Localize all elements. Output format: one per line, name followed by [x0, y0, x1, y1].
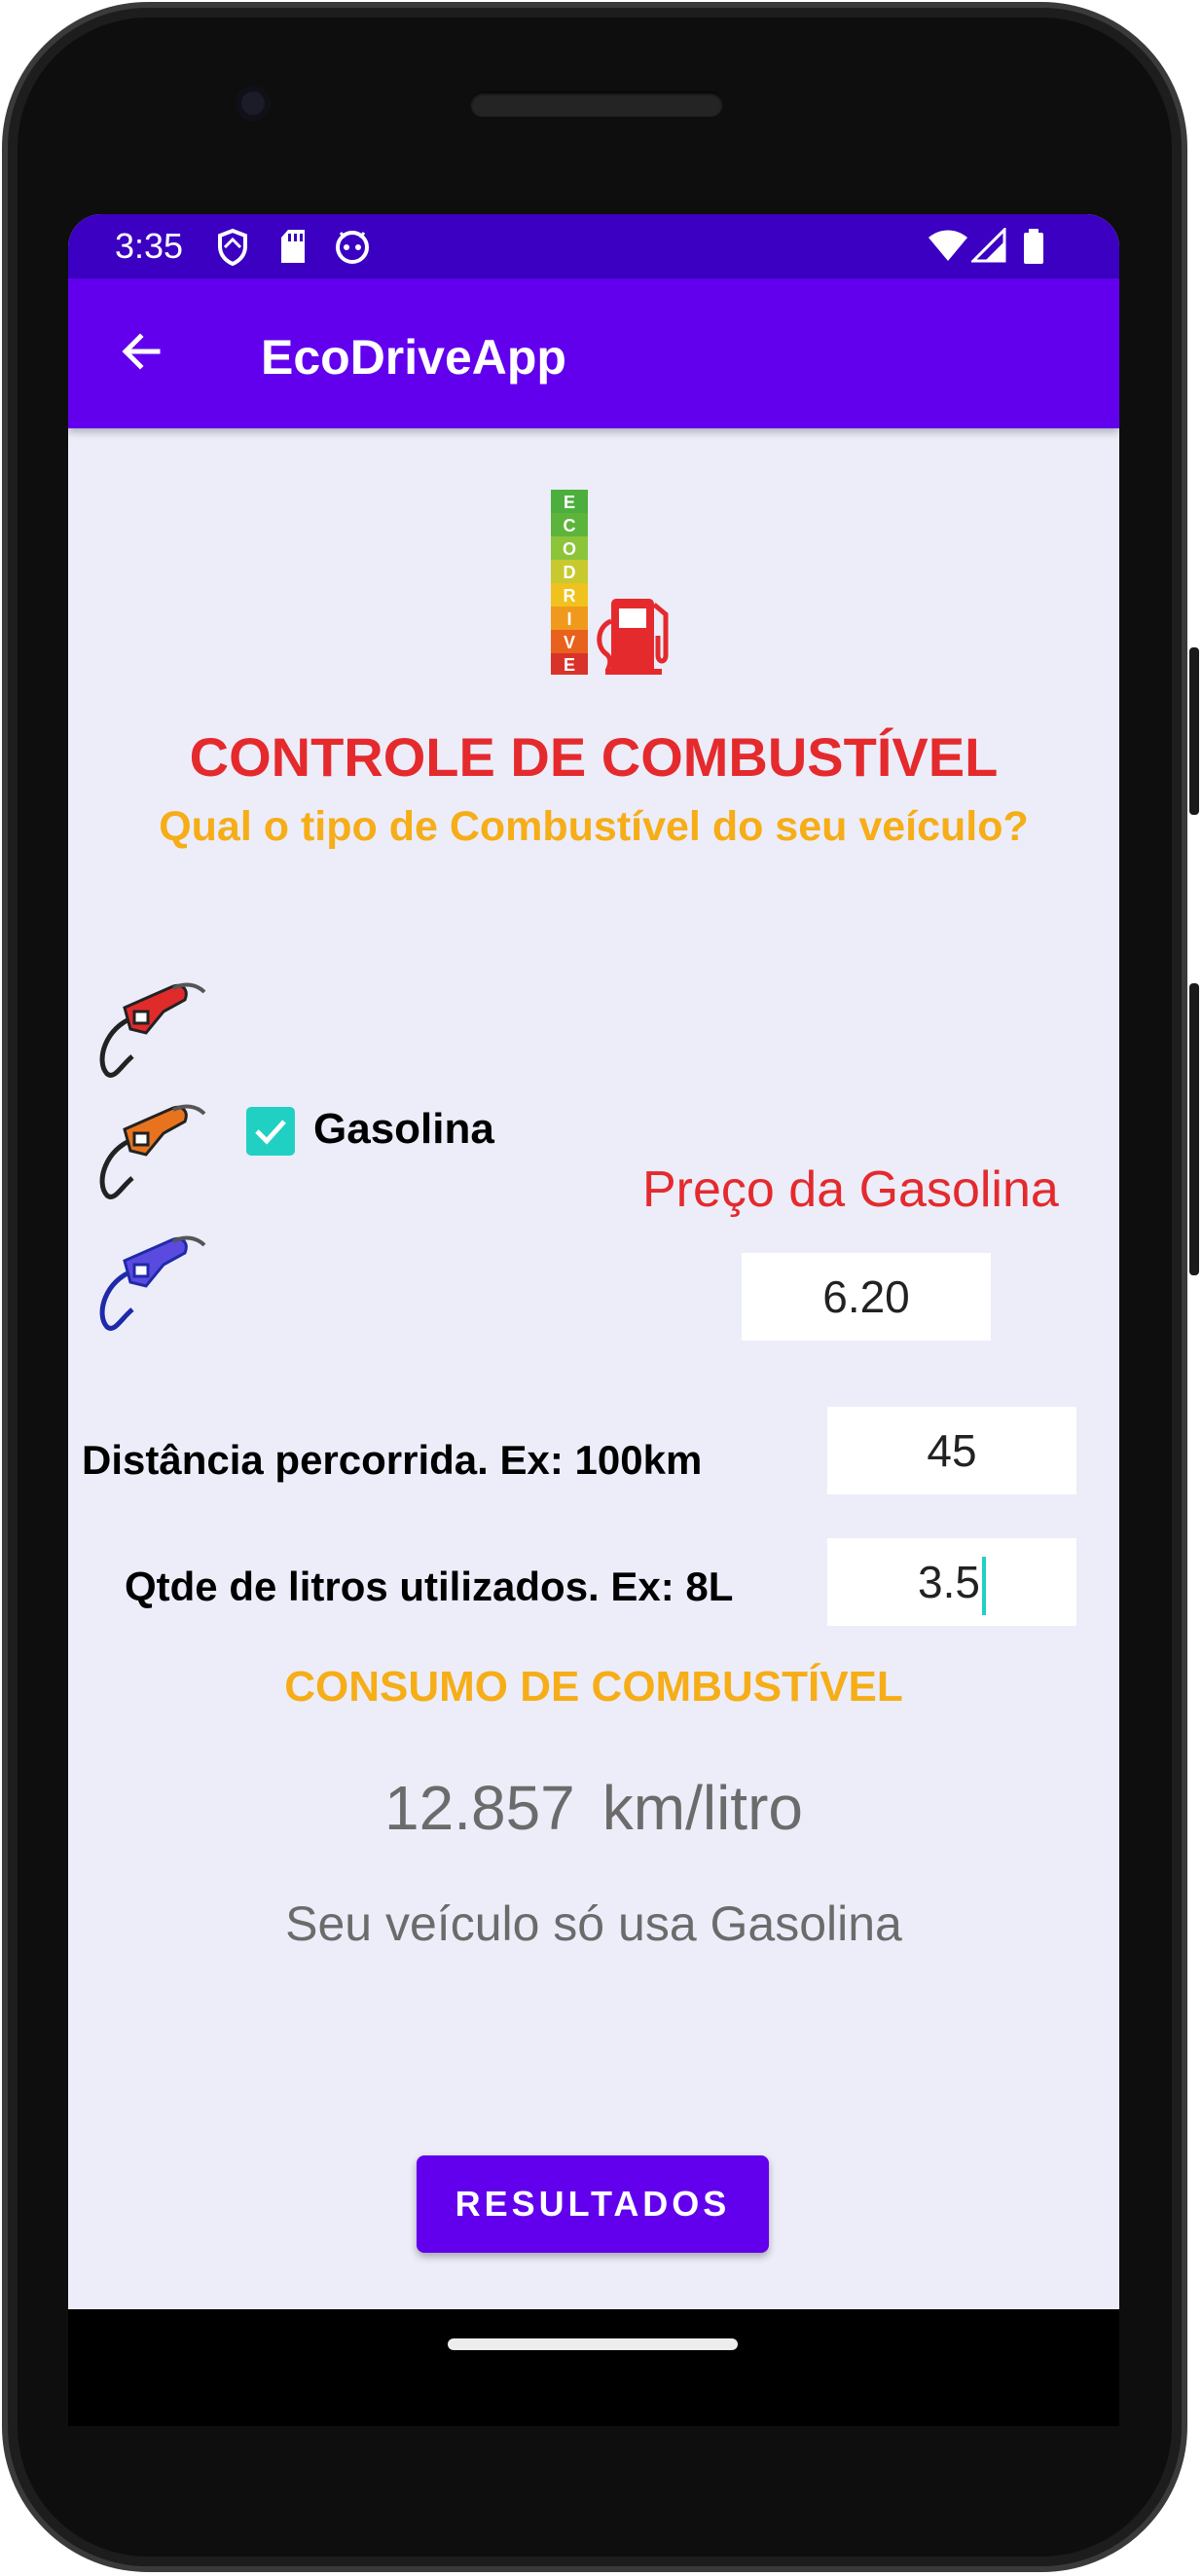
- gasolina-checkbox-label[interactable]: Gasolina: [313, 1105, 494, 1154]
- consumption-note: Seu veículo só usa Gasolina: [285, 1896, 902, 1951]
- logo-letter: R: [564, 586, 576, 606]
- distance-label: Distância percorrida. Ex: 100km: [82, 1437, 703, 1483]
- app-bar: EcoDriveApp: [68, 278, 1119, 428]
- logo-letter: C: [564, 516, 576, 535]
- ecodrive-logo: E C O D R I V E: [551, 490, 669, 675]
- arrow-back-icon[interactable]: [117, 327, 165, 376]
- logo-letter: V: [564, 633, 575, 652]
- app-title: EcoDriveApp: [261, 330, 566, 385]
- power-button: [1189, 647, 1199, 815]
- navigation-bar: [68, 2309, 1119, 2426]
- consumption-unit: km/litro: [601, 1773, 803, 1843]
- battery-icon: [1024, 229, 1043, 264]
- status-bar: 3:35: [68, 214, 1119, 278]
- results-button[interactable]: RESULTADOS: [417, 2155, 769, 2253]
- fuel-nozzle-orange-icon[interactable]: [95, 1100, 208, 1203]
- logo-letter: E: [564, 493, 575, 512]
- logo-letter: O: [563, 539, 576, 559]
- text-cursor: [981, 1556, 986, 1615]
- gasolina-checkbox[interactable]: [246, 1107, 295, 1156]
- fuel-nozzle-blue-icon[interactable]: [95, 1232, 208, 1335]
- sd-card-icon: [281, 230, 305, 263]
- shield-icon: [218, 228, 247, 267]
- fuel-nozzle-red-icon[interactable]: [95, 978, 208, 1082]
- app-screen: 3:35 EcoDriveApp E C O D R I V E CONTROL…: [68, 214, 1119, 2309]
- status-time: 3:35: [115, 226, 184, 266]
- distance-input[interactable]: 45: [827, 1407, 1076, 1494]
- home-gesture-pill[interactable]: [448, 2338, 738, 2350]
- page-subtitle: Qual o tipo de Combustível do seu veícul…: [159, 803, 1029, 850]
- liters-label: Qtde de litros utilizados. Ex: 8L: [125, 1564, 734, 1609]
- liters-input-value: 3.5: [918, 1557, 980, 1607]
- consumption-value: 12.857: [384, 1773, 575, 1843]
- logo-letter: E: [564, 655, 575, 675]
- wifi-icon: [929, 230, 967, 261]
- front-camera: [236, 86, 271, 121]
- logo-letter: I: [566, 609, 571, 629]
- check-icon: [255, 1120, 286, 1145]
- liters-input[interactable]: 3.5: [827, 1538, 1076, 1626]
- price-label: Preço da Gasolina: [642, 1161, 1059, 1218]
- signal-icon: [971, 228, 1006, 263]
- price-input[interactable]: 6.20: [742, 1253, 991, 1341]
- consumption-title: CONSUMO DE COMBUSTÍVEL: [284, 1663, 903, 1711]
- logo-letter: D: [564, 563, 576, 582]
- page-title: CONTROLE DE COMBUSTÍVEL: [189, 726, 999, 788]
- android-face-icon: [336, 231, 369, 264]
- earpiece-speaker: [470, 92, 723, 117]
- fuel-pump-icon: [597, 599, 669, 675]
- consumption-result: 12.857 km/litro: [68, 1772, 1119, 1844]
- volume-button: [1189, 983, 1199, 1275]
